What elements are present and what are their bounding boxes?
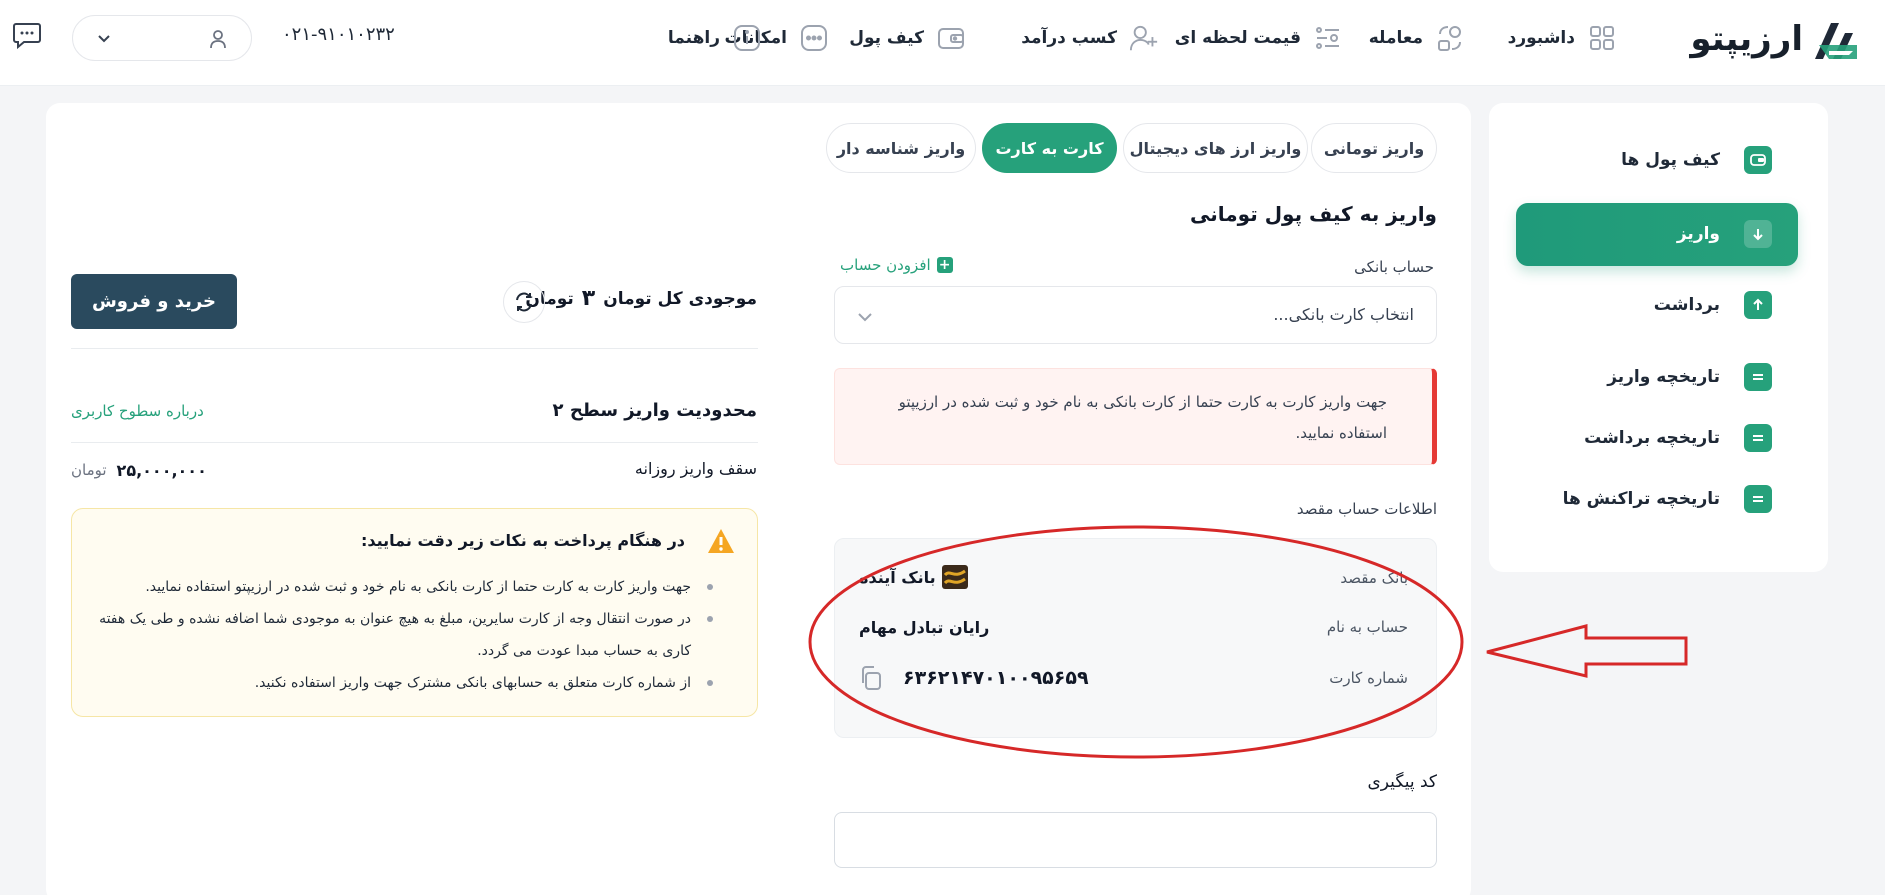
refresh-button[interactable] bbox=[503, 281, 545, 323]
user-icon bbox=[210, 30, 226, 49]
sidebar-item-label: تاریخچه تراکنش ها bbox=[1562, 489, 1720, 509]
plus-icon: + bbox=[936, 257, 953, 273]
chevron-down-icon bbox=[858, 313, 872, 322]
dest-bank-value: بانک آینده bbox=[859, 565, 968, 589]
nav-live-price[interactable]: قیمت لحظه ای bbox=[1175, 20, 1343, 56]
arrow-down-icon bbox=[1744, 220, 1772, 248]
wallet-icon bbox=[1744, 146, 1772, 174]
dest-name-label: حساب به نام bbox=[1326, 618, 1408, 636]
annotation-arrow bbox=[1486, 624, 1688, 678]
sidebar-item-deposit[interactable]: واریز bbox=[1677, 214, 1772, 254]
dest-name-value: رایان تبادل مهام bbox=[859, 618, 990, 637]
sidebar-item-label: واریز bbox=[1676, 224, 1720, 244]
wallet-sidebar: کیف پول ها واریز برداشت تاریخچه واریز تا… bbox=[1489, 103, 1828, 572]
list-item: از شماره کارت متعلق به حسابهای بانکی مشت… bbox=[93, 667, 713, 699]
sidebar-item-deposit-history[interactable]: تاریخچه واریز bbox=[1607, 357, 1772, 397]
notes-title: در هنگام پرداخت به نکات زیر دقت نمایید: bbox=[360, 531, 685, 550]
warning-icon bbox=[708, 529, 734, 553]
nav-help[interactable]: راهنما bbox=[668, 20, 762, 56]
support-phone[interactable]: ۰۲۱-۹۱۰۱۰۲۳۲ bbox=[282, 24, 395, 45]
add-account-link[interactable]: + افزودن حساب bbox=[840, 256, 953, 274]
bank-card-select[interactable]: انتخاب کارت بانکی... bbox=[834, 286, 1437, 344]
sidebar-item-label: تاریخچه برداشت bbox=[1584, 428, 1720, 448]
history-icon bbox=[1744, 363, 1772, 391]
bank-account-label: حساب بانکی bbox=[1354, 258, 1434, 276]
tab-id-deposit[interactable]: واریز شناسه دار bbox=[826, 123, 976, 173]
logo-text: ارزیپتو bbox=[1690, 19, 1803, 59]
sidebar-item-label: تاریخچه واریز bbox=[1607, 367, 1720, 387]
logo[interactable]: ارزیپتو bbox=[1690, 14, 1861, 64]
daily-limit-unit: تومان bbox=[71, 461, 107, 479]
more-icon bbox=[799, 23, 829, 53]
user-menu[interactable] bbox=[72, 15, 252, 61]
info-icon bbox=[732, 23, 762, 53]
daily-limit-amount: ۲۵,۰۰۰,۰۰۰ bbox=[116, 461, 207, 480]
user-levels-link[interactable]: درباره سطوح کاربری bbox=[71, 402, 204, 420]
list-item: جهت واریز کارت به کارت حتما از کارت بانک… bbox=[93, 571, 713, 603]
nav-label: داشبورد bbox=[1507, 28, 1575, 48]
balance-value: ۳ bbox=[581, 286, 596, 311]
nav-wallet[interactable]: کیف پول bbox=[849, 20, 966, 56]
tracking-code-label: کد پیگیری bbox=[1367, 772, 1438, 792]
nav-earn[interactable]: کسب درآمد bbox=[1021, 20, 1159, 56]
chevron-down-icon bbox=[98, 35, 110, 43]
notes-list: جهت واریز کارت به کارت حتما از کارت بانک… bbox=[93, 571, 713, 699]
destination-section-label: اطلاعات حساب مقصد bbox=[1296, 500, 1437, 518]
top-header: ارزیپتو داشبورد معامله قیمت لحظه ای کسب … bbox=[0, 0, 1885, 86]
dest-card-value: ۶۳۶۲۱۴۷۰۱۰۰۹۵۶۵۹ bbox=[859, 665, 1089, 691]
sidebar-item-label: برداشت bbox=[1653, 295, 1720, 315]
trade-icon bbox=[1435, 23, 1465, 53]
nav-trade[interactable]: معامله bbox=[1369, 20, 1465, 56]
sidebar-item-label: کیف پول ها bbox=[1621, 150, 1720, 170]
refresh-icon bbox=[516, 292, 532, 312]
payment-notes-box: در هنگام پرداخت به نکات زیر دقت نمایید: … bbox=[71, 508, 758, 717]
warning-alert: جهت واریز کارت به کارت حتما از کارت بانک… bbox=[834, 368, 1437, 465]
tab-crypto-deposit[interactable]: واریز ارز های دیجیتال bbox=[1123, 123, 1308, 173]
divider bbox=[71, 442, 758, 443]
deposit-limit-title: محدودیت واریز سطح ۲ bbox=[552, 400, 757, 421]
daily-limit-value: ۲۵,۰۰۰,۰۰۰ تومان bbox=[71, 461, 207, 480]
divider bbox=[71, 348, 758, 349]
buy-sell-button[interactable]: خرید و فروش bbox=[71, 274, 237, 329]
sidebar-item-transaction-history[interactable]: تاریخچه تراکنش ها bbox=[1563, 479, 1772, 519]
daily-limit-label: سقف واریز روزانه bbox=[634, 459, 757, 478]
nav-label: راهنما bbox=[667, 28, 720, 48]
bank-logo-icon bbox=[941, 565, 968, 589]
list-item: در صورت انتقال وجه از کارت سایرین، مبلغ … bbox=[93, 603, 713, 667]
wallet-icon bbox=[936, 23, 966, 53]
dest-bank-name: بانک آینده bbox=[859, 567, 936, 587]
dest-bank-label: بانک مقصد bbox=[1340, 569, 1408, 587]
total-balance: موجودی کل تومان ۳ تومان bbox=[525, 286, 757, 311]
history-icon bbox=[1744, 424, 1772, 452]
nav-dashboard[interactable]: داشبورد bbox=[1508, 20, 1617, 56]
logo-mark-icon bbox=[1815, 23, 1857, 59]
history-icon bbox=[1744, 485, 1772, 513]
dest-card-number: ۶۳۶۲۱۴۷۰۱۰۰۹۵۶۵۹ bbox=[903, 667, 1089, 689]
nav-label: کیف پول bbox=[849, 28, 924, 48]
copy-icon[interactable] bbox=[859, 665, 883, 691]
tab-toman-deposit[interactable]: واریز تومانی bbox=[1311, 123, 1437, 173]
price-list-icon bbox=[1313, 23, 1343, 53]
nav-label: کسب درآمد bbox=[1021, 28, 1117, 48]
page-title: واریز به کیف پول تومانی bbox=[1190, 202, 1437, 226]
arrow-up-icon bbox=[1744, 291, 1772, 319]
nav-label: قیمت لحظه ای bbox=[1174, 28, 1301, 48]
balance-label: موجودی کل تومان bbox=[603, 288, 757, 309]
add-account-label: افزودن حساب bbox=[840, 256, 931, 274]
alert-text: جهت واریز کارت به کارت حتما از کارت بانک… bbox=[898, 393, 1387, 442]
add-user-icon bbox=[1129, 23, 1159, 53]
sidebar-item-withdraw-history[interactable]: تاریخچه برداشت bbox=[1584, 418, 1772, 458]
destination-account-card: بانک مقصد بانک آینده حساب به نام رایان ت… bbox=[834, 538, 1437, 738]
grid-icon bbox=[1587, 23, 1617, 53]
sidebar-item-wallets[interactable]: کیف پول ها bbox=[1621, 140, 1772, 180]
bank-card-select-placeholder: انتخاب کارت بانکی... bbox=[1273, 305, 1414, 324]
nav-label: معامله bbox=[1368, 28, 1423, 48]
tracking-code-input[interactable] bbox=[834, 812, 1437, 868]
tab-card-to-card[interactable]: کارت به کارت bbox=[982, 123, 1117, 173]
sidebar-item-withdraw[interactable]: برداشت bbox=[1654, 285, 1772, 325]
dest-card-label: شماره کارت bbox=[1329, 669, 1408, 687]
chat-icon[interactable] bbox=[12, 20, 42, 50]
